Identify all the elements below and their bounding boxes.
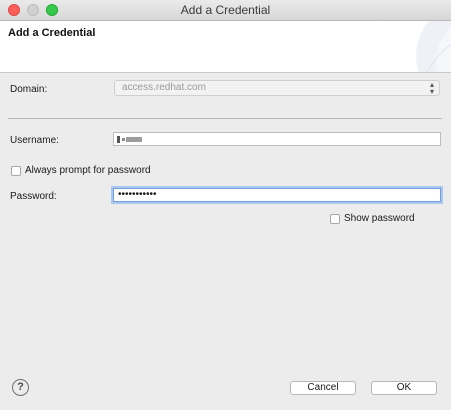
always-prompt-checkbox[interactable]: [11, 166, 21, 176]
title-bar: Add a Credential: [0, 0, 451, 21]
ok-button[interactable]: OK: [371, 381, 437, 395]
chevron-up-down-icon: ▴ ▾: [429, 80, 434, 96]
password-value: •••••••••••: [118, 189, 157, 200]
separator: [8, 118, 442, 119]
redacted-username: [117, 136, 142, 143]
always-prompt-label: Always prompt for password: [25, 165, 151, 176]
window-title: Add a Credential: [180, 3, 271, 17]
username-label: Username:: [10, 135, 59, 146]
banner-decoration: [416, 21, 451, 72]
password-label: Password:: [10, 191, 57, 202]
domain-select[interactable]: access.redhat.com ▴ ▾: [114, 80, 440, 96]
show-password-label: Show password: [344, 213, 415, 224]
header-banner: Add a Credential: [0, 21, 451, 73]
help-icon[interactable]: ?: [12, 379, 29, 396]
add-credential-dialog: Add a Credential Add a Credential Domain…: [0, 0, 451, 410]
page-title: Add a Credential: [8, 27, 96, 39]
domain-label: Domain:: [10, 84, 48, 95]
username-field[interactable]: [113, 132, 441, 146]
show-password-checkbox[interactable]: [330, 214, 340, 224]
domain-value: access.redhat.com: [122, 82, 206, 93]
password-field[interactable]: •••••••••••: [113, 188, 441, 202]
cancel-button[interactable]: Cancel: [290, 381, 356, 395]
